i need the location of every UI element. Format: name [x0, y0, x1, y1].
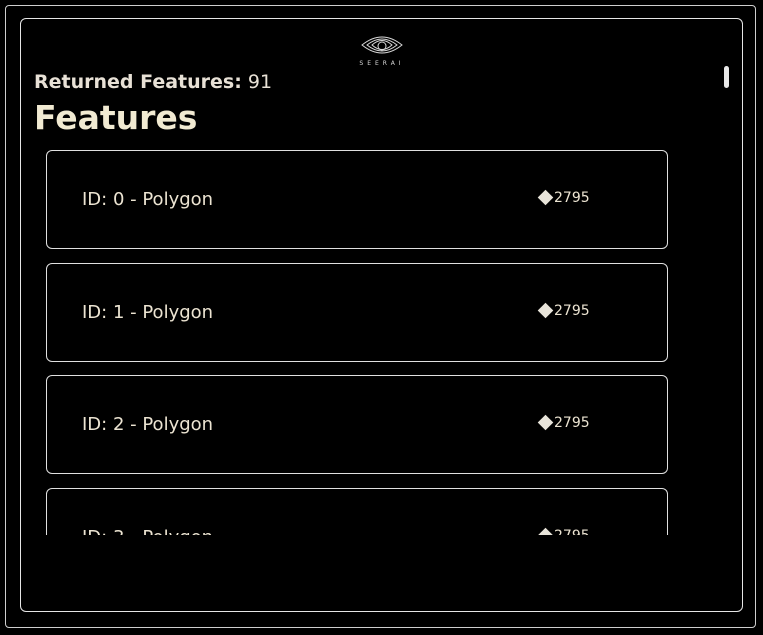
feature-meta: 2795 — [537, 189, 590, 206]
feature-list: ID: 0 - Polygon 2795 ID: 1 - Polygon 279… — [21, 150, 721, 535]
feature-value: 2795 — [554, 528, 590, 535]
page-title: Features — [34, 98, 198, 137]
diamond-icon — [537, 527, 554, 535]
scrollbar-thumb[interactable] — [724, 66, 729, 88]
feature-card[interactable]: ID: 0 - Polygon 2795 — [46, 150, 668, 249]
diamond-icon — [537, 414, 554, 431]
feature-card[interactable]: ID: 2 - Polygon 2795 — [46, 375, 668, 474]
feature-meta: 2795 — [537, 527, 590, 535]
feature-value: 2795 — [554, 415, 590, 431]
logo-text: SEERAI — [359, 60, 405, 67]
diamond-icon — [537, 189, 554, 206]
seerai-logo: SEERAI — [359, 31, 405, 69]
feature-name: ID: 2 - Polygon — [82, 414, 214, 435]
feature-name: ID: 0 - Polygon — [82, 189, 214, 210]
returned-features-value: 91 — [247, 71, 273, 93]
feature-value: 2795 — [554, 190, 590, 206]
feature-meta: 2795 — [537, 302, 590, 319]
features-panel: SEERAI Returned Features: 91 Features ID… — [20, 18, 743, 612]
feature-card[interactable]: ID: 1 - Polygon 2795 — [46, 263, 668, 362]
feature-card[interactable]: ID: 3 - Polygon 2795 — [46, 488, 668, 535]
eye-logo-icon — [361, 36, 403, 54]
returned-features-label: Returned Features: — [34, 71, 242, 93]
feature-meta: 2795 — [537, 414, 590, 431]
feature-name: ID: 1 - Polygon — [82, 302, 214, 323]
returned-features-count: Returned Features: 91 — [34, 71, 272, 93]
feature-value: 2795 — [554, 303, 590, 319]
feature-name: ID: 3 - Polygon — [82, 527, 213, 535]
diamond-icon — [537, 302, 554, 319]
